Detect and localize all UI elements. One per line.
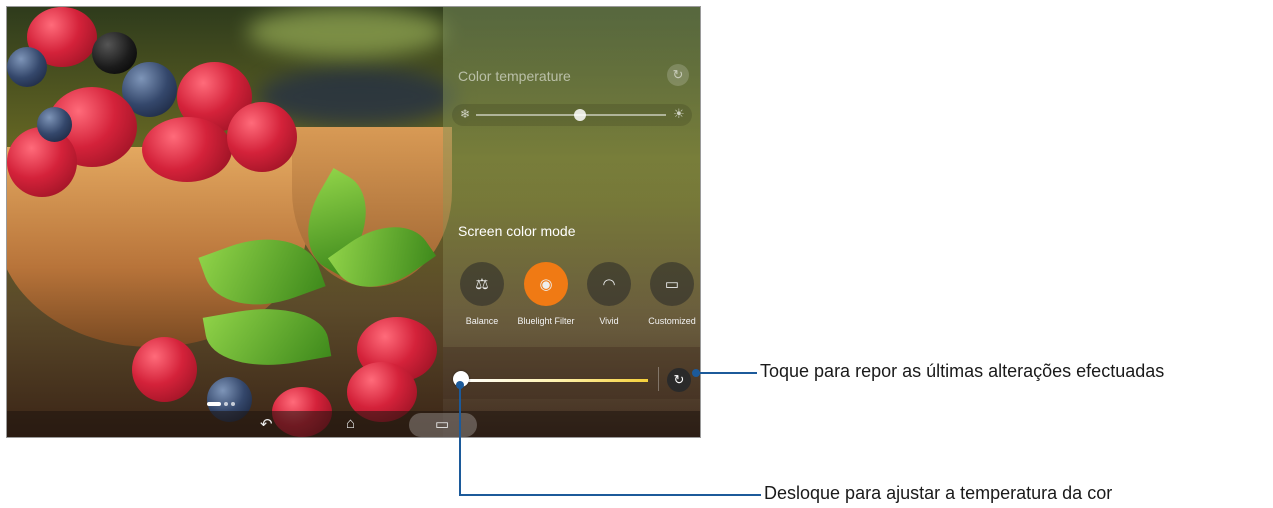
color-settings-panel: Color temperature ↻ ❄ ☀ Screen color mod… — [443, 7, 700, 437]
callout-line-reset — [699, 372, 757, 374]
mode-label: Vivid — [599, 316, 619, 326]
page-dot — [231, 401, 235, 406]
color-temperature-title: Color temperature — [458, 68, 571, 84]
page-dot — [224, 401, 228, 406]
mode-balance[interactable]: ⚖ Balance — [450, 262, 514, 326]
mode-label: Customized — [648, 316, 696, 326]
reset-icon: ↻ — [672, 67, 684, 82]
color-temperature-knob[interactable] — [574, 109, 586, 121]
callout-line-slider-vertical — [459, 385, 461, 495]
page-dot-active — [207, 401, 221, 406]
customized-icon: ▭ — [650, 262, 694, 306]
mode-label: Balance — [465, 316, 499, 326]
mode-vivid[interactable]: ◠ Vivid — [577, 262, 641, 326]
back-icon[interactable]: ↶ — [260, 415, 273, 433]
color-temperature-reset-button[interactable]: ↻ — [667, 64, 689, 86]
sun-icon: ☀ — [673, 106, 685, 121]
screen-color-mode-title: Screen color mode — [458, 223, 576, 239]
mode-bluelight-filter[interactable]: ◉ Bluelight Filter — [514, 262, 578, 326]
bluelight-level-slider[interactable] — [462, 379, 648, 382]
callout-line-slider-horizontal — [459, 494, 761, 496]
callout-reset-text: Toque para repor as últimas alterações e… — [760, 361, 1165, 381]
vivid-icon: ◠ — [587, 262, 631, 306]
divider — [658, 367, 659, 391]
bluelight-reset-button[interactable]: ↻ — [667, 368, 691, 392]
tablet-screen: Color temperature ↻ ❄ ☀ Screen color mod… — [6, 6, 701, 438]
navigation-bar: ↶ ⌂ ▭ — [7, 411, 700, 437]
color-temperature-track — [476, 114, 666, 116]
balance-icon: ⚖ — [460, 262, 504, 306]
recent-apps-icon[interactable]: ▭ — [435, 415, 449, 433]
home-icon[interactable]: ⌂ — [346, 415, 355, 432]
mode-customized[interactable]: ▭ Customized — [640, 262, 700, 326]
eye-shield-icon: ◉ — [524, 262, 568, 306]
reset-icon: ↻ — [673, 372, 685, 387]
bluelight-level-area — [443, 347, 700, 399]
snowflake-icon: ❄ — [460, 107, 471, 121]
mode-label: Bluelight Filter — [517, 316, 575, 326]
callout-slider-text: Desloque para ajustar a temperatura da c… — [764, 483, 1113, 503]
color-temperature-slider[interactable]: ❄ ☀ — [452, 104, 692, 126]
